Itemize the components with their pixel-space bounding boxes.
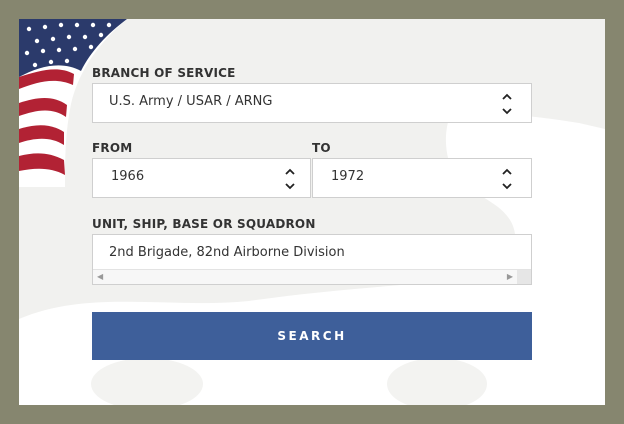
branch-select[interactable]: U.S. Army / USAR / ARNG — [92, 83, 532, 123]
branch-value: U.S. Army / USAR / ARNG — [109, 94, 273, 109]
search-button[interactable]: SEARCH — [92, 312, 532, 360]
to-value: 1972 — [331, 169, 365, 184]
unit-label: UNIT, SHIP, BASE OR SQUADRON — [92, 217, 316, 231]
scroll-right-arrow-icon[interactable]: ▶ — [507, 272, 513, 282]
up-down-chevron-icon[interactable] — [284, 166, 296, 192]
from-year-select[interactable]: 1966 — [92, 158, 311, 198]
horizontal-scrollbar[interactable]: ◀ ▶ — [93, 269, 531, 284]
from-value: 1966 — [111, 169, 145, 184]
to-year-select[interactable]: 1972 — [312, 158, 532, 198]
unit-input[interactable]: 2nd Brigade, 82nd Airborne Division ◀ ▶ — [92, 234, 532, 285]
to-label: TO — [312, 141, 331, 155]
scrollbar-corner — [517, 270, 531, 284]
unit-value: 2nd Brigade, 82nd Airborne Division — [109, 245, 345, 260]
scroll-left-arrow-icon[interactable]: ◀ — [97, 272, 103, 282]
search-panel: BRANCH OF SERVICE U.S. Army / USAR / ARN… — [19, 19, 605, 405]
branch-label: BRANCH OF SERVICE — [92, 66, 236, 80]
up-down-chevron-icon[interactable] — [501, 166, 513, 192]
up-down-chevron-icon[interactable] — [501, 91, 513, 117]
from-label: FROM — [92, 141, 133, 155]
